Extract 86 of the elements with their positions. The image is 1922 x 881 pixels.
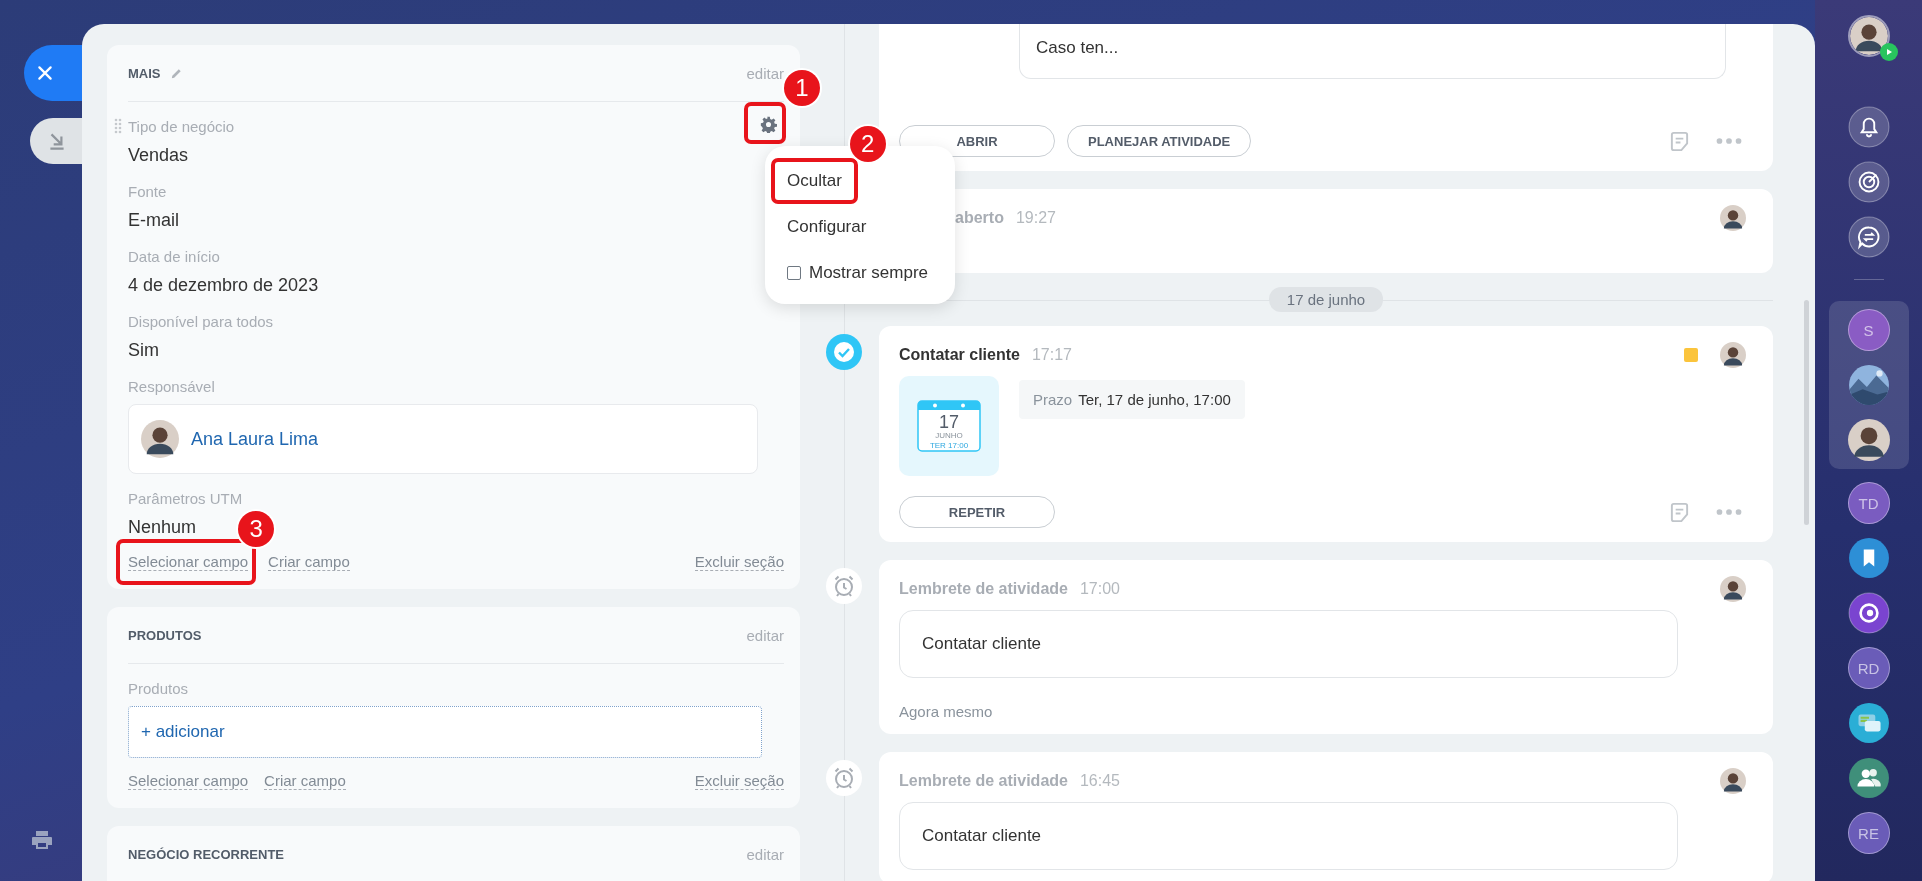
settings-icon[interactable] — [760, 116, 777, 133]
field-value: Vendas — [128, 144, 189, 167]
alarm-clock-icon — [826, 568, 862, 604]
target-icon[interactable] — [1847, 161, 1890, 203]
deadline-value[interactable]: Ter, 17 de junho, 17:00 — [1078, 391, 1231, 408]
add-link[interactable]: + adicionar — [141, 722, 225, 742]
edit-link[interactable]: editar — [746, 626, 784, 644]
field-label: Tipo de negócio — [128, 117, 235, 137]
chat-icon[interactable] — [1847, 702, 1890, 744]
section-title: NEGÓCIO RECORRENTE — [128, 846, 284, 862]
activity-time: 19:27 — [1015, 209, 1056, 227]
activity-title: Lembrete de atividade — [899, 580, 1068, 598]
avatar — [141, 420, 179, 458]
message-text: Caso ten... — [1036, 38, 1120, 58]
alarm-clock-icon — [826, 760, 862, 796]
printer-icon[interactable] — [31, 830, 53, 850]
field-value: Sim — [128, 339, 159, 362]
activity-title: Lembrete de atividade — [899, 772, 1068, 790]
field-link[interactable]: Criar campo — [268, 553, 350, 571]
contact-initials[interactable]: RE — [1847, 812, 1890, 854]
drag-handle-icon[interactable] — [114, 118, 122, 134]
activity-time: 16:45 — [1079, 772, 1120, 790]
activity-time: 17:00 — [1079, 580, 1120, 598]
section-title: PRODUTOS — [128, 627, 202, 643]
avatar — [1720, 576, 1746, 602]
calendar-month: JUNHO — [935, 431, 963, 441]
field-label: Data de início — [128, 247, 220, 267]
field-label: Parâmetros UTM — [128, 489, 243, 509]
check-icon — [826, 334, 862, 370]
avatar — [1720, 205, 1746, 231]
highlight-frame — [744, 102, 786, 144]
field-label: Produtos — [128, 679, 189, 699]
activity-title: Contatar cliente — [899, 346, 1020, 364]
calendar-day: 17 — [939, 413, 959, 431]
field-value: 4 de dezembro de 2023 — [128, 274, 319, 297]
reminder-text: Contatar cliente — [922, 634, 1042, 654]
minimize-button[interactable] — [30, 118, 82, 164]
reminder-text: Contatar cliente — [922, 826, 1042, 846]
action-button[interactable]: ABRIR — [899, 125, 1055, 157]
bell-icon[interactable] — [1847, 106, 1890, 148]
step-badge: 2 — [849, 126, 886, 162]
contact-initials[interactable]: TD — [1847, 482, 1890, 524]
reminder-time: Agora mesmo — [899, 703, 994, 720]
scrollbar[interactable] — [1804, 300, 1809, 525]
edit-link[interactable]: editar — [746, 64, 784, 82]
avatar[interactable] — [1847, 419, 1890, 461]
checkbox[interactable] — [787, 266, 801, 280]
field-link[interactable]: Selecionar campo — [128, 772, 249, 790]
menu-item[interactable]: Configurar — [777, 210, 877, 244]
step-badge: 3 — [238, 511, 275, 547]
close-button[interactable] — [24, 45, 82, 101]
avatar — [1720, 342, 1746, 368]
contact-initials[interactable]: RD — [1847, 647, 1890, 689]
assistant-icon[interactable] — [1847, 592, 1890, 634]
people-icon[interactable] — [1847, 757, 1890, 799]
field-label: Responsável — [128, 377, 215, 397]
step-badge: 1 — [784, 70, 820, 106]
deadline-label: Prazo — [1033, 391, 1073, 408]
calendar-weekday: TER 17:00 — [929, 441, 969, 451]
field-label: Disponível para todos — [128, 312, 274, 332]
action-button[interactable]: PLANEJAR ATIVIDADE — [1067, 125, 1252, 157]
field-value: E-mail — [128, 209, 179, 232]
field-link[interactable]: Selecionar campo — [128, 553, 249, 571]
field-link[interactable]: Criar campo — [264, 772, 346, 790]
action-button[interactable]: REPETIR — [899, 496, 1055, 528]
contact-initials[interactable]: S — [1847, 309, 1890, 351]
activity-title: aberto — [955, 209, 1004, 227]
field-value: Nenhum — [128, 516, 197, 539]
activity-time: 17:17 — [1031, 346, 1072, 364]
checkbox-label: Mostrar sempre — [809, 262, 929, 284]
avatar — [1720, 768, 1746, 794]
date-label: 17 de junho — [1268, 287, 1384, 312]
person-link[interactable]: Ana Laura Lima — [191, 428, 319, 450]
calendar-icon — [917, 400, 981, 452]
delete-section-link[interactable]: Excluir seção — [694, 772, 784, 790]
delete-section-link[interactable]: Excluir seção — [694, 553, 784, 571]
menu-item[interactable]: Ocultar — [777, 164, 852, 198]
menu-checkbox-item[interactable]: Mostrar sempre — [777, 256, 939, 290]
bookmark-icon[interactable] — [1847, 537, 1890, 579]
add-field[interactable]: + adicionar — [128, 706, 762, 758]
user-avatar[interactable] — [1847, 15, 1890, 57]
chat-sync-icon[interactable] — [1847, 216, 1890, 258]
edit-link[interactable]: editar — [746, 845, 784, 863]
field-label: Fonte — [128, 182, 167, 202]
close-icon — [36, 64, 54, 82]
section-title: MAIS — [128, 65, 161, 81]
